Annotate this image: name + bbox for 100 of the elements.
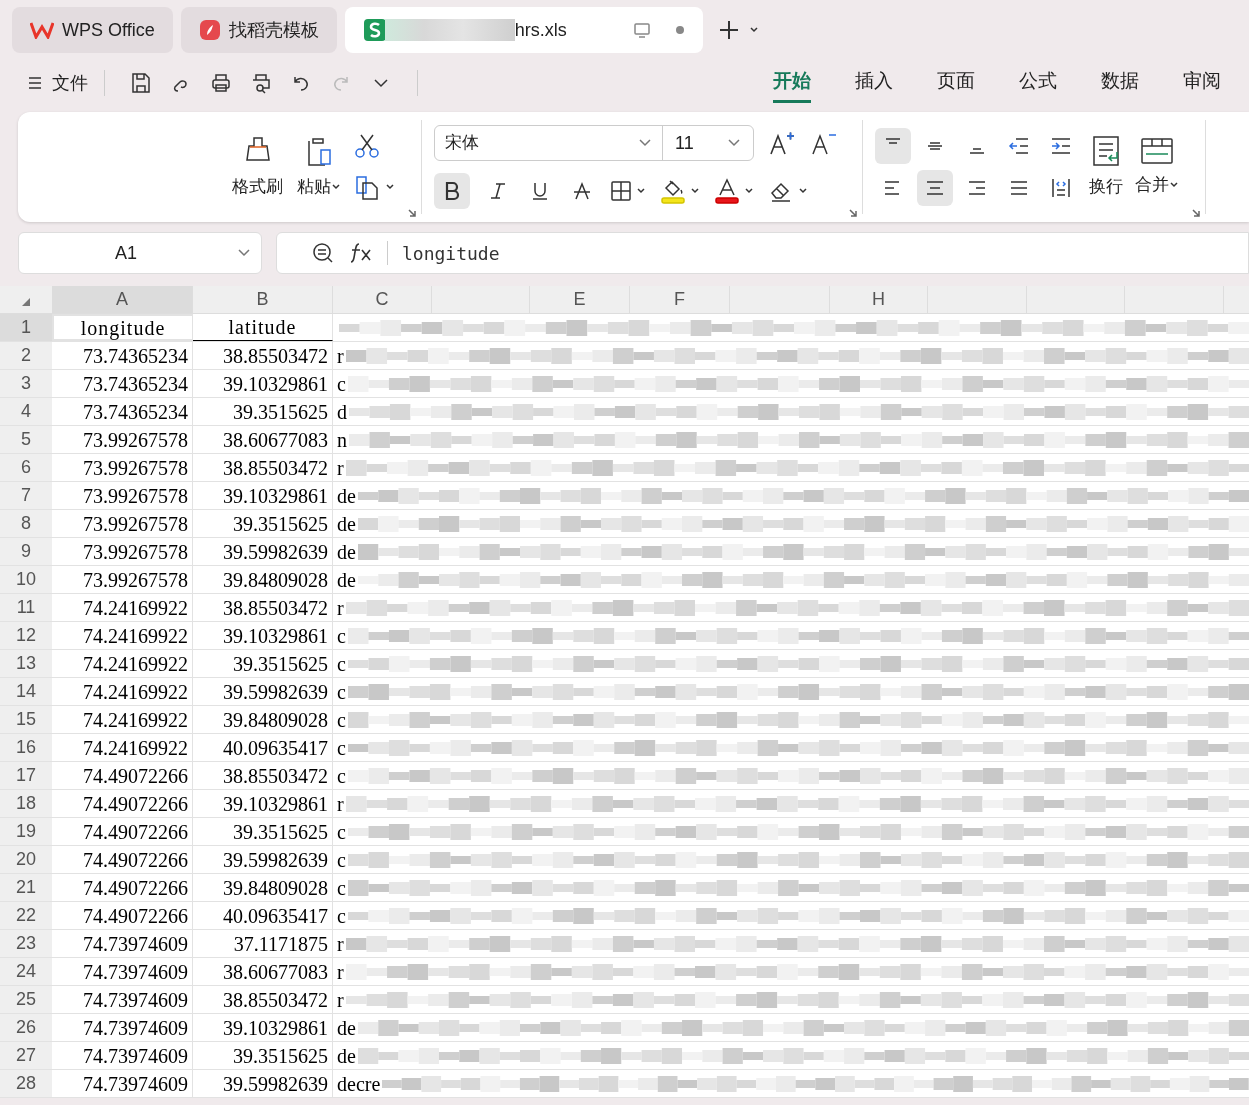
- align-top-icon[interactable]: [875, 128, 911, 164]
- table-cell-text: 74.73974609: [83, 987, 188, 1013]
- row-header[interactable]: 6: [0, 454, 52, 481]
- table-cell-text: 39.10329861: [223, 623, 328, 649]
- scissors-icon[interactable]: [353, 133, 381, 159]
- copy-button[interactable]: [353, 173, 395, 201]
- column-header[interactable]: H: [830, 286, 928, 313]
- row-header[interactable]: 3: [0, 370, 52, 397]
- app-tab[interactable]: hrs.xls: [344, 7, 703, 53]
- increase-font-icon[interactable]: [768, 130, 796, 156]
- font-field[interactable]: 宋体 11: [434, 125, 754, 161]
- table-cell-text: 73.74365234: [83, 343, 188, 369]
- row-header[interactable]: 17: [0, 762, 52, 789]
- wrap-text-button[interactable]: 换行: [1087, 134, 1125, 200]
- fill-color-icon: [660, 178, 686, 204]
- file-menu-button[interactable]: 文件: [28, 69, 88, 97]
- row-header[interactable]: 25: [0, 986, 52, 1013]
- row-header[interactable]: 7: [0, 482, 52, 509]
- row-header[interactable]: 13: [0, 650, 52, 677]
- table-cell-text: 74.73974609: [83, 1015, 188, 1041]
- ribbon-tab[interactable]: 页面: [937, 63, 975, 103]
- column-header[interactable]: A: [52, 286, 193, 313]
- table-cell-text: de: [337, 1015, 356, 1041]
- row-header[interactable]: 1: [0, 314, 52, 341]
- caret-icon: [744, 187, 754, 195]
- row-header[interactable]: 5: [0, 426, 52, 453]
- ribbon-tab[interactable]: 插入: [855, 63, 893, 103]
- table-cell-text: 39.10329861: [223, 1015, 328, 1041]
- table-cell-text: 38.85503472: [223, 455, 328, 481]
- row-header[interactable]: 15: [0, 706, 52, 733]
- row-header[interactable]: 26: [0, 1014, 52, 1041]
- printer-icon[interactable]: [209, 71, 233, 95]
- bold-icon[interactable]: [434, 173, 470, 209]
- table-cell-text: 39.10329861: [223, 791, 328, 817]
- paste-button[interactable]: 粘贴: [295, 134, 343, 200]
- row-header[interactable]: 14: [0, 678, 52, 705]
- table-cell-text: 40.09635417: [223, 903, 328, 929]
- row-header[interactable]: 11: [0, 594, 52, 621]
- table-cell-text: r: [337, 595, 344, 621]
- caret-icon[interactable]: [748, 26, 759, 34]
- spreadsheet-logo-icon[interactable]: [362, 18, 387, 42]
- row-header[interactable]: 16: [0, 734, 52, 761]
- row-header[interactable]: 24: [0, 958, 52, 985]
- row-header[interactable]: 12: [0, 622, 52, 649]
- app-tab[interactable]: 找稻壳模板: [180, 7, 337, 53]
- leaf-logo-icon[interactable]: [198, 19, 221, 41]
- dialog-launcher-icon[interactable]: [848, 208, 858, 218]
- column-header[interactable]: F: [630, 286, 730, 313]
- row-header[interactable]: 19: [0, 818, 52, 845]
- row-header[interactable]: 8: [0, 510, 52, 537]
- column-header[interactable]: E: [530, 286, 630, 313]
- row-header[interactable]: 20: [0, 846, 52, 873]
- dialog-launcher-icon[interactable]: [1191, 208, 1201, 218]
- table-cell-text: longitude: [80, 315, 166, 342]
- wps-logo-icon[interactable]: [30, 21, 54, 39]
- app-tab[interactable]: WPS Office: [12, 7, 173, 53]
- table-cell-text: 73.74365234: [83, 399, 188, 425]
- row-header[interactable]: 2: [0, 342, 52, 369]
- caret-icon: [385, 183, 395, 191]
- ribbon-tab[interactable]: 审阅: [1183, 63, 1221, 103]
- table-cell-text: de: [337, 1043, 356, 1069]
- table-cell-text: r: [337, 343, 344, 369]
- save-icon[interactable]: [129, 71, 153, 95]
- table-cell-text: 74.49072266: [83, 875, 188, 901]
- row-header[interactable]: 4: [0, 398, 52, 425]
- row-header[interactable]: 28: [0, 1070, 52, 1097]
- ribbon-tab[interactable]: 公式: [1019, 63, 1057, 103]
- row-header[interactable]: 27: [0, 1042, 52, 1069]
- table-cell-text: 39.84809028: [223, 567, 328, 593]
- table-cell-text: 73.74365234: [83, 371, 188, 397]
- ribbon-tab[interactable]: 开始: [773, 63, 811, 103]
- column-header[interactable]: B: [193, 286, 333, 313]
- zoom-icon[interactable]: [311, 241, 335, 265]
- fill-color-button[interactable]: [660, 178, 700, 204]
- format-painter-button[interactable]: 格式刷: [230, 134, 285, 200]
- row-header[interactable]: 21: [0, 874, 52, 901]
- table-cell-text: 74.49072266: [83, 847, 188, 873]
- function-icon[interactable]: [349, 242, 373, 264]
- ribbon-tab[interactable]: 数据: [1101, 63, 1139, 103]
- name-box[interactable]: A1: [18, 232, 262, 274]
- align-center-icon[interactable]: [917, 170, 953, 206]
- select-all-icon[interactable]: [21, 297, 31, 307]
- table-cell-text: de: [337, 511, 356, 537]
- row-header[interactable]: 18: [0, 790, 52, 817]
- font-color-button[interactable]: [714, 178, 754, 204]
- row-header[interactable]: 23: [0, 930, 52, 957]
- table-cell-text: r: [337, 791, 344, 817]
- table-cell-text: c: [337, 651, 346, 677]
- row-header[interactable]: 22: [0, 902, 52, 929]
- table-cell-text: 73.99267578: [83, 539, 188, 565]
- dialog-launcher-icon[interactable]: [407, 208, 417, 218]
- merge-button[interactable]: 合并: [1133, 136, 1181, 198]
- column-header[interactable]: C: [333, 286, 432, 313]
- row-header[interactable]: 9: [0, 538, 52, 565]
- borders-button[interactable]: [610, 180, 646, 202]
- unsaved-dot-icon[interactable]: [674, 25, 685, 35]
- table-cell-text: 39.3515625: [233, 819, 328, 845]
- table-cell-text: 38.85503472: [223, 343, 328, 369]
- row-header[interactable]: 10: [0, 566, 52, 593]
- formula-field[interactable]: longitude: [402, 239, 500, 267]
